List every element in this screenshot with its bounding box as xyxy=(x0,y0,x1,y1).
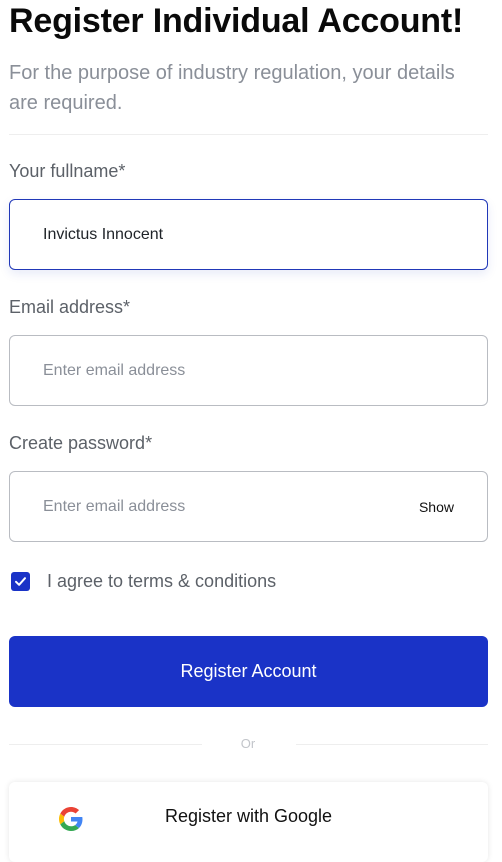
or-separator-text: Or xyxy=(240,736,256,751)
terms-checkbox[interactable] xyxy=(11,571,30,591)
or-divider-left xyxy=(9,744,202,745)
email-field[interactable] xyxy=(9,335,488,406)
fullname-field[interactable] xyxy=(9,199,488,270)
page-title: Register Individual Account! xyxy=(9,2,464,40)
terms-label: I agree to terms & conditions xyxy=(47,570,277,591)
password-input[interactable] xyxy=(43,472,383,541)
page-subtitle: For the purpose of industry regulation, … xyxy=(9,62,455,114)
fullname-label: Your fullname* xyxy=(9,161,126,181)
check-icon xyxy=(15,576,26,586)
fullname-input[interactable] xyxy=(43,200,383,269)
email-label: Email address* xyxy=(9,297,131,317)
terms-row: I agree to terms & conditions xyxy=(11,570,276,592)
email-input[interactable] xyxy=(43,336,383,405)
show-password-button[interactable]: Show xyxy=(419,499,454,515)
password-field[interactable]: Show xyxy=(9,471,488,542)
register-with-google-label: Register with Google xyxy=(164,806,333,826)
register-account-button[interactable]: Register Account xyxy=(9,636,488,707)
register-with-google-button[interactable]: Register with Google xyxy=(9,782,488,862)
password-label: Create password* xyxy=(9,433,153,453)
or-divider-right xyxy=(296,744,488,745)
header-divider xyxy=(9,134,488,135)
